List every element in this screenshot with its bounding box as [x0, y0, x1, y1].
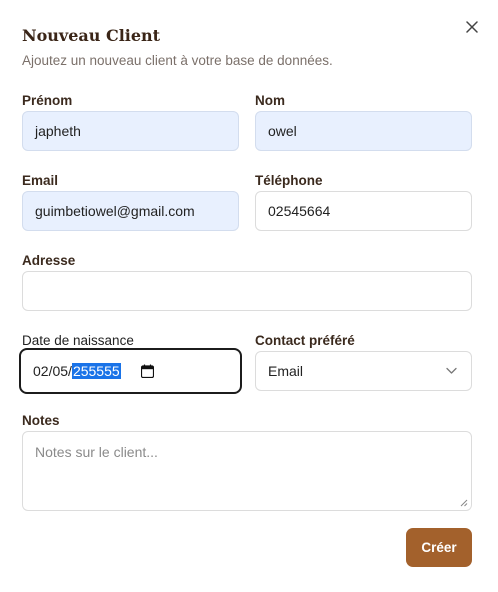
email-input[interactable]: guimbetiowel@gmail.com [22, 191, 239, 231]
resize-handle-icon[interactable] [460, 499, 468, 507]
first-name-label: Prénom [22, 93, 73, 108]
email-value: guimbetiowel@gmail.com [35, 203, 195, 219]
birthdate-year-selected: 255555 [71, 363, 121, 379]
phone-value: 02545664 [268, 203, 331, 219]
last-name-input[interactable]: owel [255, 111, 472, 151]
close-button[interactable] [463, 18, 481, 36]
last-name-label: Nom [255, 93, 285, 108]
birthdate-prefix: 02/05/ [33, 363, 72, 379]
dialog-subtitle: Ajoutez un nouveau client à votre base d… [22, 53, 333, 68]
dialog-title: Nouveau Client [22, 26, 161, 45]
close-icon [466, 21, 478, 33]
phone-input[interactable]: 02545664 [255, 191, 472, 231]
chevron-down-icon [446, 367, 457, 374]
last-name-value: owel [268, 123, 297, 139]
address-label: Adresse [22, 253, 76, 268]
first-name-input[interactable]: japheth [22, 111, 239, 151]
birthdate-input[interactable]: 02/05/255555 [19, 348, 242, 394]
create-button[interactable]: Créer [406, 528, 472, 567]
address-input[interactable] [22, 271, 472, 311]
notes-placeholder: Notes sur le client... [35, 444, 158, 460]
calendar-icon[interactable] [141, 364, 154, 378]
first-name-value: japheth [35, 123, 81, 139]
birthdate-label: Date de naissance [22, 333, 134, 348]
new-client-dialog: Nouveau Client Ajoutez un nouveau client… [0, 0, 498, 592]
contact-value: Email [268, 363, 304, 379]
contact-label: Contact préféré [255, 333, 355, 348]
phone-label: Téléphone [255, 173, 323, 188]
notes-textarea[interactable]: Notes sur le client... [22, 431, 472, 511]
notes-label: Notes [22, 413, 60, 428]
contact-select[interactable]: Email [255, 351, 472, 391]
email-label: Email [22, 173, 59, 188]
